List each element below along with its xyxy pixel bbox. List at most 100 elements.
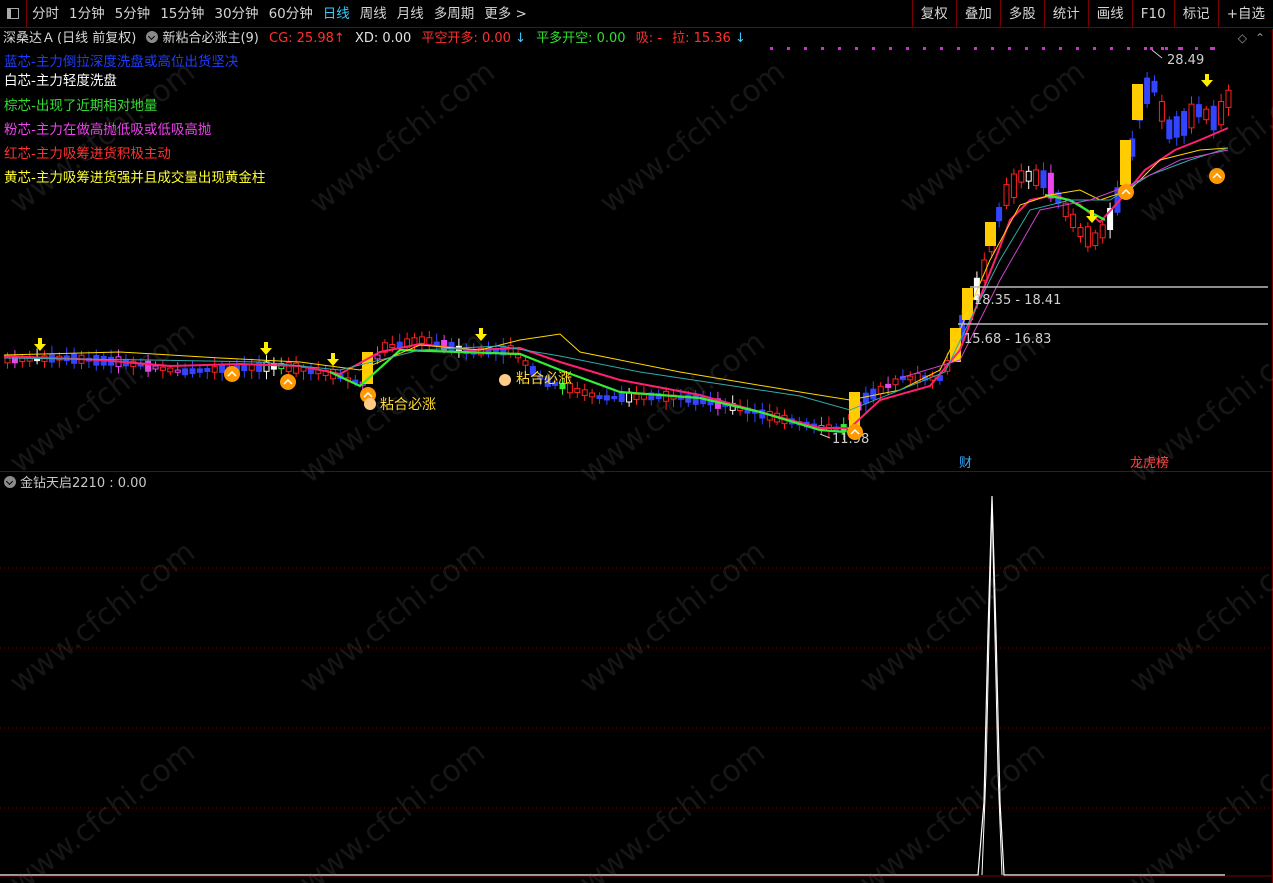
candlestick-chart[interactable]: 18.35 - 18.41 15.68 - 16.83 28.49 11.98 … xyxy=(0,0,1273,470)
candle-body xyxy=(219,364,226,373)
candle-body xyxy=(374,354,381,360)
candle-body xyxy=(418,336,425,344)
candle-body xyxy=(892,378,899,386)
signal-dot xyxy=(1110,47,1113,50)
grid-lines xyxy=(0,567,1272,809)
up-signal-icon xyxy=(1118,184,1134,200)
indicator-line xyxy=(0,495,1225,876)
candle-body xyxy=(300,367,307,372)
candle-body xyxy=(196,368,203,373)
candle-body xyxy=(1166,119,1173,140)
high-price-label: 28.49 xyxy=(1167,53,1204,68)
signal-dot xyxy=(1008,47,1011,50)
signal-dot xyxy=(1093,47,1096,50)
hand-pointer-icon xyxy=(499,374,511,386)
candle-body xyxy=(211,366,218,373)
candle-body xyxy=(1025,170,1032,182)
signal-dot xyxy=(787,47,790,50)
lower-indicator-chart[interactable] xyxy=(0,472,1273,882)
candle-body xyxy=(862,392,869,404)
candle-body xyxy=(204,368,211,372)
candle-body xyxy=(1173,116,1180,138)
candle-body xyxy=(1092,232,1099,247)
high-leader xyxy=(1151,49,1163,59)
candle-body xyxy=(596,395,603,400)
hand-pointer-icon xyxy=(364,398,376,410)
candle-body xyxy=(1195,104,1202,118)
candle-body xyxy=(692,393,699,405)
signal-dot xyxy=(1144,47,1147,50)
chart-markers xyxy=(34,74,1225,440)
signal-dot xyxy=(957,47,960,50)
arrow-down-icon xyxy=(331,353,335,360)
candle-body xyxy=(581,389,588,397)
candle-body xyxy=(1188,103,1195,129)
up-signal-icon xyxy=(1209,168,1225,184)
signal-dot xyxy=(804,47,807,50)
candle-body xyxy=(1070,213,1077,229)
arrow-down-icon xyxy=(38,338,42,345)
indicator-line-inner xyxy=(981,501,1003,876)
candle-body xyxy=(145,360,152,372)
signal-dot xyxy=(821,47,824,50)
candle-body xyxy=(167,367,174,373)
signal-dot xyxy=(1195,47,1198,50)
signal-dot xyxy=(923,47,926,50)
signal-dot xyxy=(1059,47,1062,50)
arrow-down-icon xyxy=(1205,74,1209,81)
candle-body xyxy=(1181,110,1188,136)
signal-dot xyxy=(974,47,977,50)
candle-body xyxy=(189,368,196,375)
signal-dot xyxy=(1076,47,1079,50)
candle-body xyxy=(870,388,877,400)
candle-body xyxy=(996,206,1003,222)
candle-body xyxy=(433,341,440,346)
finance-marker[interactable]: 财 xyxy=(959,456,972,470)
up-signal-icon xyxy=(280,374,296,390)
signal-dot xyxy=(906,47,909,50)
up-signal-icon xyxy=(224,366,240,382)
candle-body xyxy=(293,362,300,374)
arrow-down-icon xyxy=(479,328,483,335)
signal-dot xyxy=(1042,47,1045,50)
candle-body xyxy=(611,395,618,400)
golden-bar xyxy=(1132,84,1143,120)
arrow-down-icon xyxy=(264,342,268,349)
golden-bar xyxy=(985,222,996,246)
arrow-down-icon xyxy=(475,334,487,341)
candle-body xyxy=(1225,89,1232,108)
signal-dot xyxy=(770,47,773,50)
arrow-down-icon xyxy=(260,348,272,355)
candle-body xyxy=(1210,105,1217,131)
signal-label-1: 粘合必涨 xyxy=(380,397,436,413)
candle-body xyxy=(1018,170,1025,183)
signal-dot xyxy=(1210,47,1213,50)
signal-dot xyxy=(1025,47,1028,50)
candle-body xyxy=(159,366,166,371)
signal-dot xyxy=(838,47,841,50)
candle-body xyxy=(285,361,292,373)
zone-label-lower: 15.68 - 16.83 xyxy=(964,332,1051,347)
candle-body xyxy=(1144,77,1151,104)
signal-dot xyxy=(1165,47,1168,50)
golden-bar xyxy=(1120,140,1131,185)
candle-body xyxy=(1040,170,1047,189)
candle-body xyxy=(1218,100,1225,126)
signal-dot xyxy=(940,47,943,50)
candle-body xyxy=(152,365,159,370)
candle-body xyxy=(11,356,18,364)
candle-body xyxy=(241,363,248,372)
signal-label-2: 粘合必涨 xyxy=(516,371,572,387)
signal-dot xyxy=(1150,47,1153,50)
dragon-tiger-marker[interactable]: 龙虎榜 xyxy=(1130,455,1169,470)
arrow-down-icon xyxy=(1090,210,1094,217)
arrow-down-icon xyxy=(327,359,339,366)
candle-body xyxy=(1077,227,1084,237)
candle-body xyxy=(1003,184,1010,206)
signal-dots xyxy=(770,47,1215,50)
candle-body xyxy=(618,392,625,403)
candle-body xyxy=(182,368,189,376)
candle-body xyxy=(603,395,610,401)
candle-body xyxy=(1151,80,1158,93)
candle-body xyxy=(885,383,892,388)
